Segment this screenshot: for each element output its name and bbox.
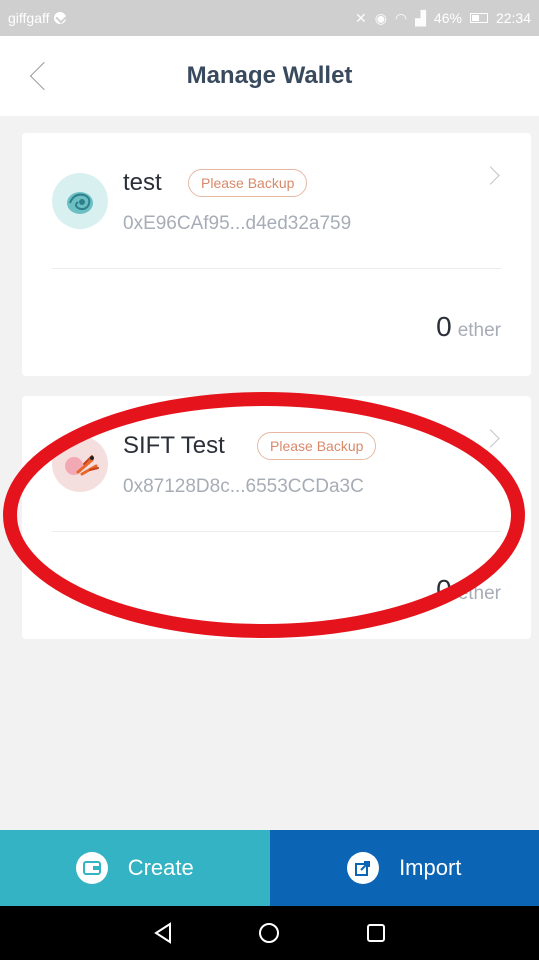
nav-home-icon: [259, 923, 280, 943]
wallet-name: SIFT Test: [123, 432, 225, 459]
header: Manage Wallet: [0, 36, 539, 116]
chevron-right-icon: [481, 429, 500, 448]
import-label: Import: [399, 855, 462, 880]
action-bar: Create Import: [0, 830, 539, 906]
shell-icon: [67, 192, 93, 214]
nav-back-button[interactable]: [143, 913, 183, 953]
create-button[interactable]: Create: [0, 830, 270, 906]
status-left: giffgaff: [8, 10, 66, 26]
balance-value: 0: [436, 574, 452, 605]
eye-icon: ◉: [374, 9, 387, 26]
back-button[interactable]: [24, 58, 59, 94]
android-nav-bar: [0, 906, 539, 960]
battery-percent: 46%: [433, 10, 462, 26]
backup-badge[interactable]: Please Backup: [188, 169, 308, 197]
nav-recents-button[interactable]: [356, 913, 396, 953]
wallet-card-sift-test[interactable]: SIFT Test Please Backup 0x87128D8c...655…: [22, 396, 531, 639]
nav-back-icon: [154, 922, 172, 944]
divider: [52, 531, 501, 532]
wifi-icon: ◠: [394, 9, 408, 26]
shell-avatar: [52, 173, 108, 229]
nav-recents-icon: [366, 924, 385, 942]
balance-unit: ether: [457, 583, 501, 604]
clock: 22:34: [495, 10, 531, 26]
balance-value: 0: [436, 311, 452, 342]
backup-badge[interactable]: Please Backup: [257, 432, 377, 460]
status-bar: giffgaff ✕ ◉ ◠ ▟ 46% 22:34: [0, 0, 539, 36]
crab-icon: [65, 455, 99, 476]
crab-avatar: [52, 436, 108, 492]
wallet-card-test[interactable]: test Please Backup 0xE96CAf95...d4ed32a7…: [22, 133, 531, 376]
divider: [52, 268, 501, 269]
signal-icon: ▟: [415, 9, 426, 26]
chevron-right-icon: [481, 166, 500, 185]
back-chevron-icon: [29, 61, 59, 91]
import-glyph: [355, 861, 371, 876]
wallet-address: 0x87128D8c...6553CCDa3C: [123, 476, 364, 497]
mute-icon: ✕: [354, 9, 367, 26]
status-right: ✕ ◉ ◠ ▟ 46% 22:34: [355, 10, 531, 27]
wallet-icon: [75, 852, 108, 884]
import-icon: [347, 852, 380, 884]
wallet-balance: 0 ether: [436, 311, 501, 343]
import-button[interactable]: Import: [269, 830, 539, 906]
wallet-glyph: [82, 861, 101, 875]
create-label: Create: [127, 855, 194, 880]
carrier-label: giffgaff: [8, 10, 50, 26]
battery-icon: [469, 13, 488, 23]
wallet-address: 0xE96CAf95...d4ed32a759: [123, 213, 352, 234]
verified-icon: [53, 12, 66, 24]
page-title: Manage Wallet: [186, 62, 353, 89]
wallet-balance: 0 ether: [436, 574, 501, 606]
balance-unit: ether: [457, 320, 501, 341]
wallet-name: test: [123, 169, 162, 196]
nav-home-button[interactable]: [249, 913, 289, 953]
